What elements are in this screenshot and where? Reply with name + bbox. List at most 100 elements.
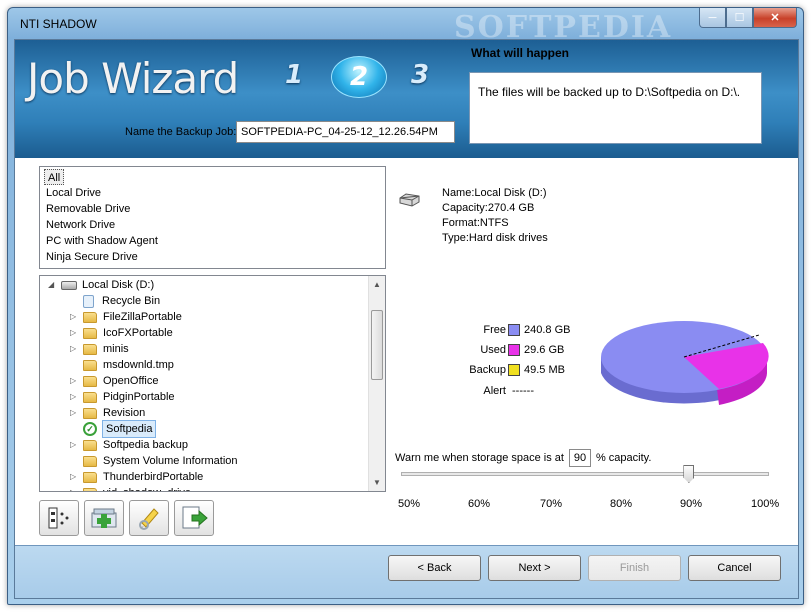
- tree-item[interactable]: Recycle Bin: [70, 293, 160, 309]
- expand-icon[interactable]: ▷: [70, 389, 80, 405]
- tick-label: 50%: [398, 498, 421, 510]
- main-window: NTI SHADOW SOFTPEDIA ─ ☐ ✕ Job Wizard 1 …: [7, 7, 804, 605]
- step-2-active: 2: [331, 56, 387, 98]
- add-button[interactable]: [84, 500, 124, 536]
- tree-item-label: msdownld.tmp: [103, 359, 174, 371]
- tree-item[interactable]: System Volume Information: [70, 453, 238, 469]
- expand-icon[interactable]: ▷: [70, 373, 80, 389]
- folder-tree[interactable]: ◢ Local Disk (D:) Recycle Bin ▷ FileZill…: [39, 275, 386, 492]
- tree-item-label: System Volume Information: [103, 455, 238, 467]
- expand-icon[interactable]: ▷: [70, 341, 80, 357]
- tree-item-label: FileZillaPortable: [103, 311, 182, 323]
- drive-name: Name:Local Disk (D:): [442, 187, 547, 199]
- drive-type-removable[interactable]: Removable Drive: [44, 201, 381, 217]
- cancel-button[interactable]: Cancel: [688, 555, 781, 581]
- tree-item[interactable]: ▷ ThunderbirdPortable: [70, 469, 203, 485]
- hard-drive-icon: [61, 280, 77, 290]
- export-icon: [182, 506, 208, 529]
- edit-button[interactable]: [129, 500, 169, 536]
- warning-threshold-input[interactable]: 90: [568, 449, 591, 467]
- expand-icon[interactable]: ▷: [70, 325, 80, 341]
- what-will-happen-label: What will happen: [471, 46, 569, 60]
- folder-icon: [83, 359, 97, 371]
- tree-item-label: Revision: [103, 407, 146, 419]
- warning-prefix: Warn me when storage space is at: [395, 452, 564, 464]
- folder-icon: [83, 391, 97, 403]
- tree-item[interactable]: ▷ PidginPortable: [70, 389, 175, 405]
- expand-icon[interactable]: ▷: [70, 437, 80, 453]
- tree-item-label: Recycle Bin: [102, 295, 161, 307]
- folder-icon: [83, 343, 97, 355]
- maximize-button[interactable]: ☐: [726, 8, 753, 28]
- tree-item[interactable]: msdownld.tmp: [70, 357, 174, 373]
- scroll-up-icon[interactable]: ▲: [369, 276, 385, 293]
- capacity-slider-track[interactable]: [401, 472, 769, 476]
- hard-drive-icon: [399, 193, 420, 207]
- used-swatch: [508, 344, 520, 356]
- tree-item[interactable]: ▷ minis: [70, 341, 129, 357]
- back-button[interactable]: < Back: [388, 555, 481, 581]
- drive-type-network[interactable]: Network Drive: [44, 217, 381, 233]
- step-3: 3: [411, 60, 430, 90]
- tree-item[interactable]: ▷ IcoFXPortable: [70, 325, 173, 341]
- drive-type-all[interactable]: All: [44, 169, 65, 185]
- scroll-thumb[interactable]: [371, 310, 383, 380]
- tree-item-label: OpenOffice: [103, 375, 159, 387]
- tree-item-label: Softpedia backup: [103, 439, 189, 451]
- tree-item-selected[interactable]: ✓ Softpedia: [70, 420, 157, 438]
- free-swatch: [508, 324, 520, 336]
- drive-type-list[interactable]: All Local Drive Removable Drive Network …: [39, 166, 386, 269]
- step-1: 1: [285, 60, 304, 90]
- tree-item-label: ThunderbirdPortable: [103, 471, 204, 483]
- wizard-header: Job Wizard 1 2 3 What will happen The fi…: [15, 40, 798, 158]
- recycle-bin-icon: [83, 294, 94, 308]
- drive-type-ninja[interactable]: Ninja Secure Drive: [44, 249, 381, 265]
- drive-type-shadow-agent[interactable]: PC with Shadow Agent: [44, 233, 381, 249]
- scroll-down-icon[interactable]: ▼: [369, 474, 385, 491]
- properties-button[interactable]: [39, 500, 79, 536]
- job-name-label: Name the Backup Job:: [125, 126, 237, 138]
- window-controls: ─ ☐ ✕: [699, 8, 797, 28]
- folder-icon: [83, 439, 97, 451]
- collapse-icon[interactable]: ◢: [48, 277, 58, 293]
- export-button[interactable]: [174, 500, 214, 536]
- job-name-input[interactable]: [236, 121, 455, 143]
- tree-root-label: Local Disk (D:): [82, 279, 155, 291]
- folder-icon: [83, 471, 97, 483]
- folder-icon: [83, 455, 97, 467]
- title-bar[interactable]: NTI SHADOW SOFTPEDIA ─ ☐ ✕: [8, 8, 803, 45]
- tick-label: 80%: [610, 498, 633, 510]
- folder-icon: [83, 311, 97, 323]
- drive-type-local[interactable]: Local Drive: [44, 185, 381, 201]
- capacity-slider-thumb[interactable]: [683, 465, 695, 483]
- tree-scrollbar[interactable]: ▲ ▼: [368, 276, 385, 491]
- folder-icon: [83, 487, 97, 491]
- tree-item[interactable]: ▷ vid_shadow_drive: [70, 485, 191, 491]
- tree-item[interactable]: ▷ Softpedia backup: [70, 437, 188, 453]
- tree-item-label: minis: [103, 343, 129, 355]
- add-icon: [91, 508, 117, 528]
- close-button[interactable]: ✕: [753, 8, 797, 28]
- expand-icon[interactable]: ▷: [70, 309, 80, 325]
- drive-format: Format:NTFS: [442, 217, 509, 229]
- tree-root[interactable]: ◢ Local Disk (D:): [48, 277, 154, 293]
- finish-button[interactable]: Finish: [588, 555, 681, 581]
- tick-label: 60%: [468, 498, 491, 510]
- checkmark-icon: ✓: [83, 422, 97, 436]
- warning-suffix: % capacity.: [595, 452, 652, 464]
- expand-icon[interactable]: ▷: [70, 485, 80, 491]
- usage-pie-chart: [601, 321, 769, 405]
- next-button[interactable]: Next >: [488, 555, 581, 581]
- tree-item[interactable]: ▷ OpenOffice: [70, 373, 158, 389]
- page-title: Job Wizard: [27, 54, 239, 103]
- expand-icon[interactable]: ▷: [70, 405, 80, 421]
- minimize-button[interactable]: ─: [699, 8, 726, 28]
- edit-icon: [139, 508, 159, 530]
- tree-item[interactable]: ▷ FileZillaPortable: [70, 309, 182, 325]
- tick-label: 70%: [540, 498, 563, 510]
- legend-alert: Alert ------: [483, 385, 534, 397]
- drive-info: Name:Local Disk (D:) Capacity:270.4 GB F…: [442, 186, 548, 246]
- tree-item[interactable]: ▷ Revision: [70, 405, 145, 421]
- expand-icon[interactable]: ▷: [70, 469, 80, 485]
- legend-used: Used 29.6 GB: [480, 344, 565, 356]
